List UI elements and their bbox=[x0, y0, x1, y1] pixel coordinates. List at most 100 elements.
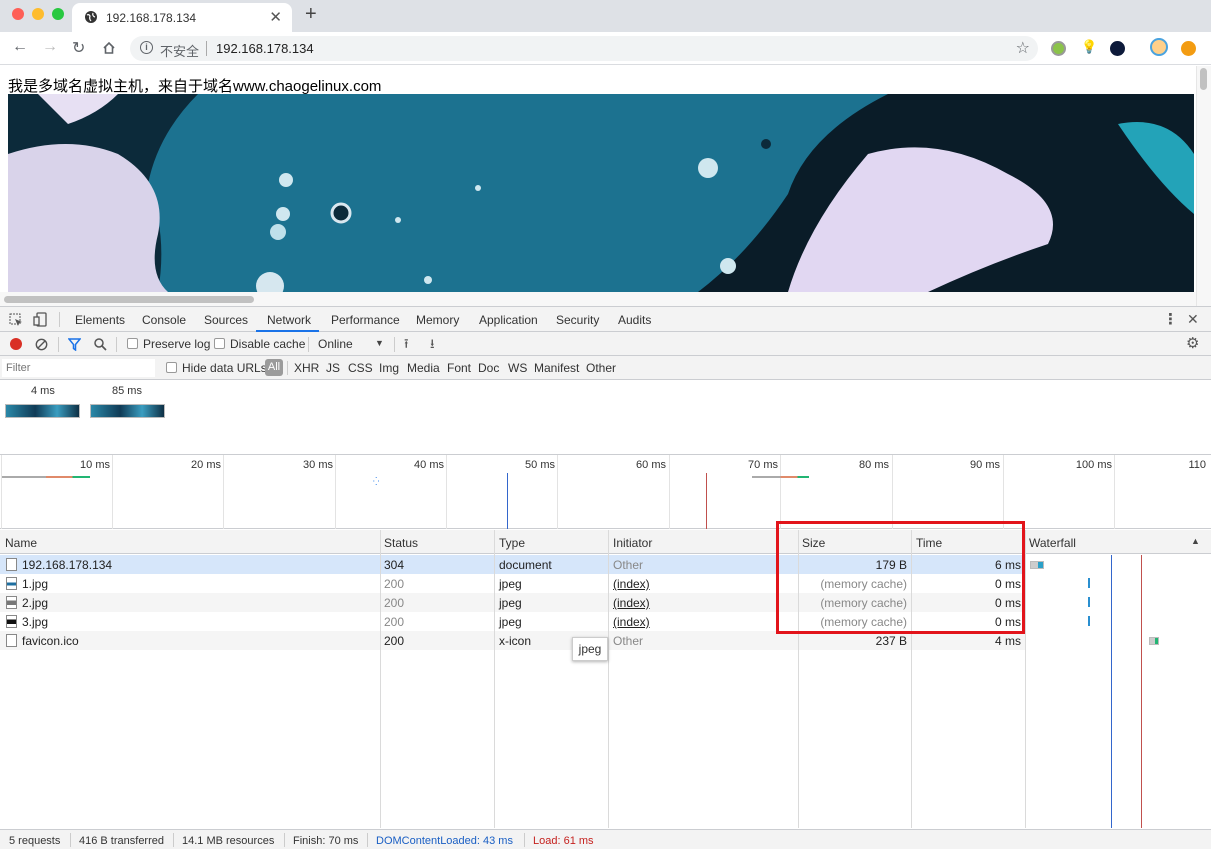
page-horizontal-scroll-thumb[interactable] bbox=[4, 296, 254, 303]
sort-ascending-icon[interactable]: ▲ bbox=[1191, 536, 1200, 546]
extension-bulb-icon[interactable]: 💡 bbox=[1081, 39, 1097, 54]
page-heading-text: 我是多域名虚拟主机，来自于域名www.chaogelinux.com bbox=[8, 78, 382, 95]
overview-tick: 10 ms bbox=[80, 459, 110, 471]
overview-gridline bbox=[223, 455, 224, 529]
request-initiator-link[interactable]: (index) bbox=[613, 615, 650, 629]
extension-play-icon[interactable] bbox=[1110, 41, 1125, 56]
overview-gridline bbox=[1, 455, 2, 529]
column-header-initiator[interactable]: Initiator bbox=[613, 536, 652, 550]
more-options-icon[interactable]: ⋮ bbox=[1163, 310, 1178, 328]
waterfall-bar[interactable] bbox=[1088, 578, 1090, 588]
device-toolbar-icon[interactable] bbox=[33, 312, 47, 327]
overview-tick: 20 ms bbox=[191, 459, 221, 471]
request-name: 1.jpg bbox=[22, 577, 49, 591]
tab-memory[interactable]: Memory bbox=[416, 313, 459, 327]
filter-type-media[interactable]: Media bbox=[407, 361, 440, 375]
banner-image bbox=[8, 94, 1194, 292]
close-window-button[interactable] bbox=[12, 8, 24, 20]
type-tooltip: jpeg bbox=[572, 637, 608, 661]
back-arrow-icon[interactable]: ← bbox=[12, 38, 28, 56]
request-initiator-link[interactable]: (index) bbox=[613, 596, 650, 610]
maximize-window-button[interactable] bbox=[52, 8, 64, 20]
hide-data-urls-checkbox[interactable] bbox=[166, 362, 177, 373]
screenshot-thumbnail[interactable] bbox=[5, 404, 80, 418]
address-bar[interactable]: i 不安全 192.168.178.134 ☆ bbox=[130, 36, 1038, 61]
search-icon[interactable] bbox=[94, 338, 107, 351]
extension-green-icon[interactable] bbox=[1051, 41, 1066, 56]
disable-cache-checkbox[interactable] bbox=[214, 338, 225, 349]
tab-elements[interactable]: Elements bbox=[75, 313, 125, 327]
page-vertical-scroll-thumb[interactable] bbox=[1200, 68, 1207, 90]
record-icon[interactable] bbox=[10, 338, 22, 350]
forward-arrow-icon[interactable]: → bbox=[42, 38, 58, 56]
bookmark-star-icon[interactable]: ☆ bbox=[1016, 38, 1030, 58]
column-header-type[interactable]: Type bbox=[499, 536, 525, 550]
timeline-overview[interactable]: 10 ms 20 ms 30 ms 40 ms 50 ms 60 ms 70 m… bbox=[0, 455, 1211, 529]
browser-tab[interactable]: 192.168.178.134 ✕ bbox=[72, 3, 292, 32]
column-header-waterfall[interactable]: Waterfall bbox=[1029, 536, 1076, 550]
column-divider[interactable] bbox=[1025, 530, 1026, 828]
dom-content-loaded-line bbox=[1111, 555, 1112, 828]
filter-type-img[interactable]: Img bbox=[379, 361, 399, 375]
close-tab-icon[interactable]: ✕ bbox=[269, 8, 282, 26]
filter-type-all[interactable]: All bbox=[265, 359, 283, 376]
waterfall-bar[interactable] bbox=[1088, 616, 1090, 626]
filter-type-ws[interactable]: WS bbox=[508, 361, 527, 375]
tab-console[interactable]: Console bbox=[142, 313, 186, 327]
preserve-log-checkbox[interactable] bbox=[127, 338, 138, 349]
screenshot-thumbnail[interactable] bbox=[90, 404, 165, 418]
request-size: 237 B bbox=[875, 634, 907, 648]
tab-performance[interactable]: Performance bbox=[331, 313, 400, 327]
filter-type-other[interactable]: Other bbox=[586, 361, 616, 375]
column-divider[interactable] bbox=[494, 530, 495, 828]
page-horizontal-scrollbar[interactable] bbox=[0, 292, 1196, 306]
tab-application[interactable]: Application bbox=[479, 313, 538, 327]
filter-type-css[interactable]: CSS bbox=[348, 361, 373, 375]
request-status: 200 bbox=[384, 577, 405, 591]
tab-security[interactable]: Security bbox=[556, 313, 599, 327]
waterfall-bar[interactable] bbox=[1088, 597, 1090, 607]
filter-type-doc[interactable]: Doc bbox=[478, 361, 499, 375]
overview-gridline bbox=[112, 455, 113, 529]
chevron-down-icon[interactable]: ▼ bbox=[375, 338, 384, 348]
image-file-icon bbox=[6, 596, 17, 609]
request-initiator-link[interactable]: (index) bbox=[613, 577, 650, 591]
tab-sources[interactable]: Sources bbox=[204, 313, 248, 327]
clear-icon[interactable] bbox=[35, 338, 48, 351]
import-har-icon[interactable]: ⭱ bbox=[404, 335, 409, 357]
inspect-element-icon[interactable] bbox=[9, 313, 23, 327]
reload-icon[interactable]: ↻ bbox=[72, 38, 85, 58]
home-icon[interactable] bbox=[102, 41, 116, 55]
export-har-icon[interactable]: ⭳ bbox=[430, 335, 435, 357]
waterfall-bar[interactable] bbox=[1030, 561, 1044, 569]
tab-network[interactable]: Network bbox=[267, 313, 311, 327]
address-separator bbox=[206, 41, 207, 56]
filter-type-manifest[interactable]: Manifest bbox=[534, 361, 579, 375]
info-icon[interactable]: i bbox=[140, 41, 153, 54]
load-line bbox=[1141, 555, 1142, 828]
filter-funnel-icon[interactable] bbox=[68, 338, 81, 351]
profile-avatar[interactable] bbox=[1150, 38, 1168, 56]
url-text[interactable]: 192.168.178.134 bbox=[216, 41, 314, 56]
new-tab-button[interactable]: + bbox=[305, 3, 317, 26]
filter-type-xhr[interactable]: XHR bbox=[294, 361, 319, 375]
column-header-status[interactable]: Status bbox=[384, 536, 418, 550]
waterfall-bar[interactable] bbox=[1149, 637, 1159, 645]
dom-content-loaded-marker bbox=[507, 473, 508, 529]
close-devtools-icon[interactable]: ✕ bbox=[1187, 311, 1199, 328]
filter-type-font[interactable]: Font bbox=[447, 361, 471, 375]
throttling-select[interactable]: Online bbox=[318, 337, 353, 351]
column-divider[interactable] bbox=[608, 530, 609, 828]
overview-gridline bbox=[446, 455, 447, 529]
settings-gear-icon[interactable]: ⚙ bbox=[1186, 334, 1199, 352]
extension-orange-icon[interactable] bbox=[1181, 41, 1196, 56]
tab-audits[interactable]: Audits bbox=[618, 313, 651, 327]
column-header-name[interactable]: Name bbox=[5, 536, 37, 550]
page-vertical-scrollbar[interactable] bbox=[1196, 66, 1211, 306]
filter-type-js[interactable]: JS bbox=[326, 361, 340, 375]
minimize-window-button[interactable] bbox=[32, 8, 44, 20]
disable-cache-label: Disable cache bbox=[230, 337, 306, 351]
network-status-bar: 5 requests 416 B transferred 14.1 MB res… bbox=[0, 829, 1211, 849]
column-divider[interactable] bbox=[380, 530, 381, 828]
filter-input[interactable] bbox=[2, 359, 155, 377]
